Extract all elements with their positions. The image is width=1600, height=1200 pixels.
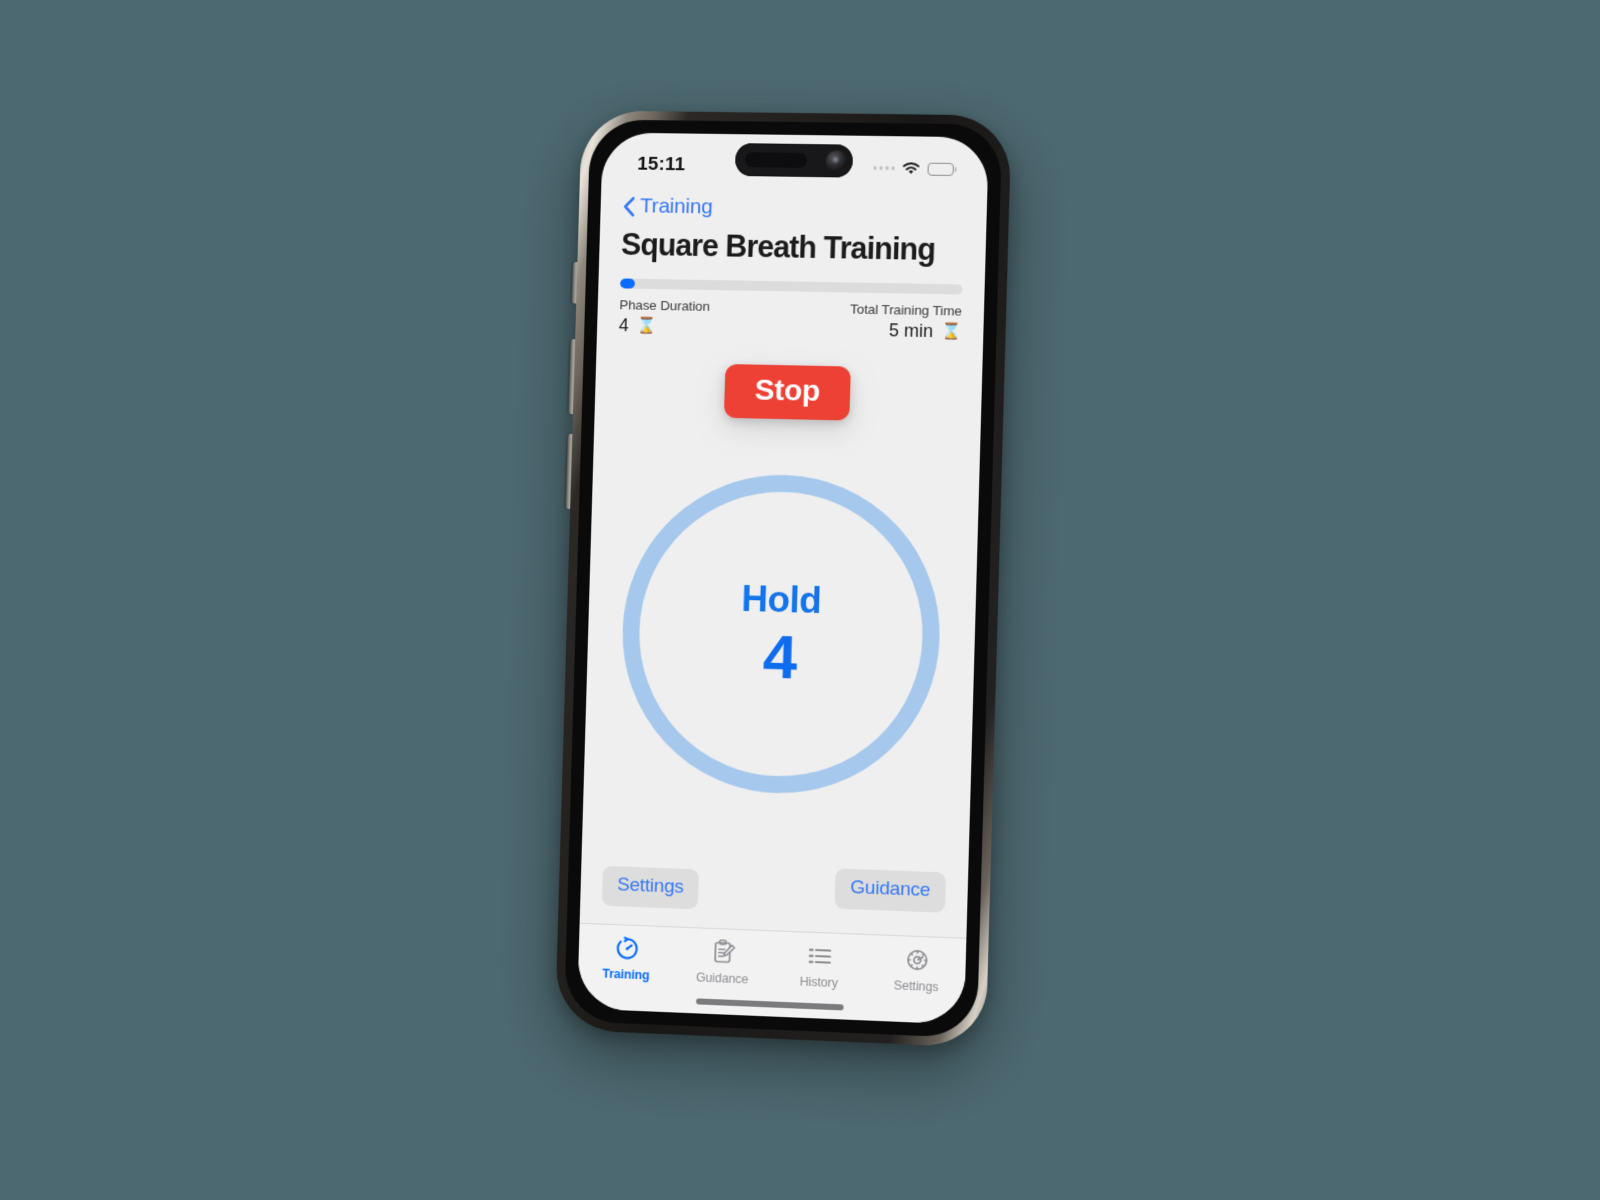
- list-icon: [804, 941, 835, 972]
- tab-history[interactable]: History: [770, 939, 868, 991]
- timer-icon: [612, 933, 642, 964]
- tab-settings-label: Settings: [893, 978, 939, 995]
- breath-phase-label: Hold: [741, 577, 822, 621]
- training-progress-bar[interactable]: [619, 278, 963, 295]
- cellular-dots-icon: [872, 166, 895, 170]
- clipboard-pencil-icon: [714, 939, 735, 964]
- earpiece-speaker-icon: [745, 152, 808, 168]
- secondary-actions: Settings Guidance: [580, 859, 968, 926]
- stop-button[interactable]: Stop: [724, 363, 851, 421]
- phase-duration-block: Phase Duration 4 ⌛: [619, 297, 711, 337]
- tab-guidance[interactable]: Guidance: [674, 935, 772, 987]
- breathing-circle: Hold 4: [618, 470, 945, 799]
- status-indicators: [872, 161, 954, 176]
- settings-pill-button[interactable]: Settings: [601, 865, 699, 910]
- total-training-time-block: Total Training Time 5 min ⌛: [849, 302, 962, 343]
- tab-settings[interactable]: Settings: [867, 943, 966, 995]
- tab-guidance-label: Guidance: [695, 970, 749, 987]
- meta-row: Phase Duration 4 ⌛ Total Training Time 5…: [619, 297, 962, 343]
- tab-training-label: Training: [602, 966, 650, 983]
- phase-duration-label: Phase Duration: [619, 297, 711, 314]
- scene: 15:11 Training Square Breath Training Ph…: [0, 0, 1600, 1200]
- tab-training[interactable]: Training: [578, 932, 675, 984]
- training-progress-fill: [619, 278, 636, 289]
- gear-icon: [901, 944, 932, 975]
- phone-device: 15:11 Training Square Breath Training Ph…: [554, 110, 1012, 1048]
- chevron-left-icon: [622, 196, 635, 217]
- status-bar: 15:11: [601, 132, 989, 191]
- phone-body: 15:11 Training Square Breath Training Ph…: [554, 110, 1012, 1048]
- back-button-label: Training: [639, 194, 713, 219]
- total-training-time-label: Total Training Time: [849, 301, 963, 319]
- breath-countdown: 4: [761, 622, 798, 693]
- tab-history-label: History: [799, 974, 839, 991]
- total-training-time-value: 5 min: [888, 320, 934, 342]
- stop-row: Stop: [595, 361, 983, 423]
- tab-bar: Training Guidance History Settings: [577, 922, 967, 1025]
- dynamic-island: [734, 143, 854, 178]
- guidance-pill-button[interactable]: Guidance: [834, 868, 947, 913]
- phone-bezel: 15:11 Training Square Breath Training Ph…: [563, 119, 1003, 1039]
- page-title: Square Breath Training: [620, 227, 936, 267]
- battery-icon: [927, 162, 954, 176]
- phone-screen: 15:11 Training Square Breath Training Ph…: [577, 132, 989, 1025]
- front-camera-icon: [825, 149, 849, 173]
- wifi-icon: [901, 161, 920, 175]
- progress-section: Phase Duration 4 ⌛ Total Training Time 5…: [597, 262, 985, 343]
- hourglass-icon: ⌛: [636, 316, 657, 335]
- phase-duration-value: 4: [618, 315, 629, 336]
- breathing-circle-area: Hold 4: [582, 415, 981, 873]
- status-time: 15:11: [637, 153, 686, 176]
- hourglass-icon: ⌛: [940, 322, 962, 341]
